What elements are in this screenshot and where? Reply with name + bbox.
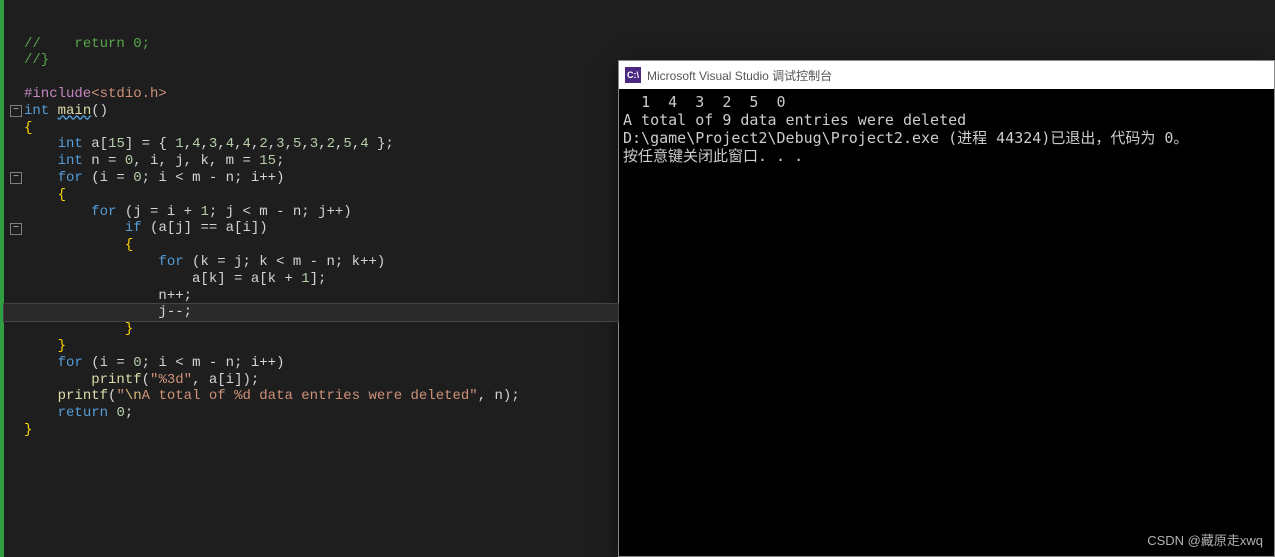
code-line[interactable]: } xyxy=(4,422,618,439)
code-text: int main() xyxy=(24,103,108,120)
code-line[interactable]: int n = 0, i, j, k, m = 15; xyxy=(4,153,618,170)
code-text: int n = 0, i, j, k, m = 15; xyxy=(24,153,285,170)
console-title-text: Microsoft Visual Studio 调试控制台 xyxy=(647,67,832,84)
code-line[interactable]: } xyxy=(4,321,618,338)
code-line[interactable]: for (i = 0; i < m - n; i++) xyxy=(4,355,618,372)
code-line[interactable]: #include<stdio.h> xyxy=(4,86,618,103)
code-line[interactable]: int a[15] = { 1,4,3,4,4,2,3,5,3,2,5,4 }; xyxy=(4,136,618,153)
code-line[interactable]: printf("\nA total of %d data entries wer… xyxy=(4,388,618,405)
collapse-icon[interactable]: − xyxy=(10,105,22,117)
code-line[interactable]: j--; xyxy=(4,304,618,321)
code-text: j--; xyxy=(24,304,192,321)
code-text: { xyxy=(24,187,66,204)
code-line[interactable]: } xyxy=(4,338,618,355)
code-text: return 0; xyxy=(24,405,133,422)
code-line[interactable]: { xyxy=(4,187,618,204)
collapse-icon[interactable]: − xyxy=(10,223,22,235)
code-text: for (k = j; k < m - n; k++) xyxy=(24,254,385,271)
background-fill xyxy=(618,0,1275,60)
code-text: n++; xyxy=(24,288,192,305)
fold-gutter-cell: − xyxy=(4,172,24,184)
code-text: // return 0; xyxy=(24,36,150,53)
code-line[interactable]: { xyxy=(4,237,618,254)
code-text: } xyxy=(24,321,133,338)
code-editor[interactable]: // return 0;//}#include<stdio.h>−int mai… xyxy=(0,0,618,557)
code-text: a[k] = a[k + 1]; xyxy=(24,271,326,288)
code-text: if (a[j] == a[i]) xyxy=(24,220,268,237)
code-text: printf("%3d", a[i]); xyxy=(24,372,259,389)
code-line[interactable]: a[k] = a[k + 1]; xyxy=(4,271,618,288)
code-text: } xyxy=(24,338,66,355)
console-titlebar[interactable]: C:\ Microsoft Visual Studio 调试控制台 xyxy=(619,61,1274,89)
code-text: for (i = 0; i < m - n; i++) xyxy=(24,170,284,187)
code-line[interactable]: n++; xyxy=(4,288,618,305)
code-line[interactable]: //} xyxy=(4,52,618,69)
code-line[interactable]: for (j = i + 1; j < m - n; j++) xyxy=(4,204,618,221)
code-line[interactable]: − for (i = 0; i < m - n; i++) xyxy=(4,170,618,187)
debug-console-window[interactable]: C:\ Microsoft Visual Studio 调试控制台 1 4 3 … xyxy=(618,60,1275,557)
code-text: #include<stdio.h> xyxy=(24,86,167,103)
code-line[interactable]: return 0; xyxy=(4,405,618,422)
collapse-icon[interactable]: − xyxy=(10,172,22,184)
code-area[interactable]: // return 0;//}#include<stdio.h>−int mai… xyxy=(4,0,618,557)
console-app-icon: C:\ xyxy=(625,67,641,83)
watermark-text: CSDN @藏原走xwq xyxy=(1147,530,1263,549)
code-text: for (i = 0; i < m - n; i++) xyxy=(24,355,284,372)
code-text: } xyxy=(24,422,32,439)
code-text: { xyxy=(24,120,32,137)
code-text: printf("\nA total of %d data entries wer… xyxy=(24,388,520,405)
code-text: //} xyxy=(24,52,49,69)
fold-gutter-cell: − xyxy=(4,223,24,235)
code-line[interactable]: − if (a[j] == a[i]) xyxy=(4,220,618,237)
code-text: int a[15] = { 1,4,3,4,4,2,3,5,3,2,5,4 }; xyxy=(24,136,394,153)
code-text: { xyxy=(24,237,133,254)
code-line[interactable]: // return 0; xyxy=(4,36,618,53)
fold-gutter-cell: − xyxy=(4,105,24,117)
code-line[interactable] xyxy=(4,69,618,86)
code-text: for (j = i + 1; j < m - n; j++) xyxy=(24,204,352,221)
code-line[interactable]: printf("%3d", a[i]); xyxy=(4,372,618,389)
console-output: 1 4 3 2 5 0 A total of 9 data entries we… xyxy=(619,89,1274,169)
code-line[interactable]: for (k = j; k < m - n; k++) xyxy=(4,254,618,271)
code-line[interactable]: −int main() xyxy=(4,103,618,120)
code-line[interactable]: { xyxy=(4,120,618,137)
